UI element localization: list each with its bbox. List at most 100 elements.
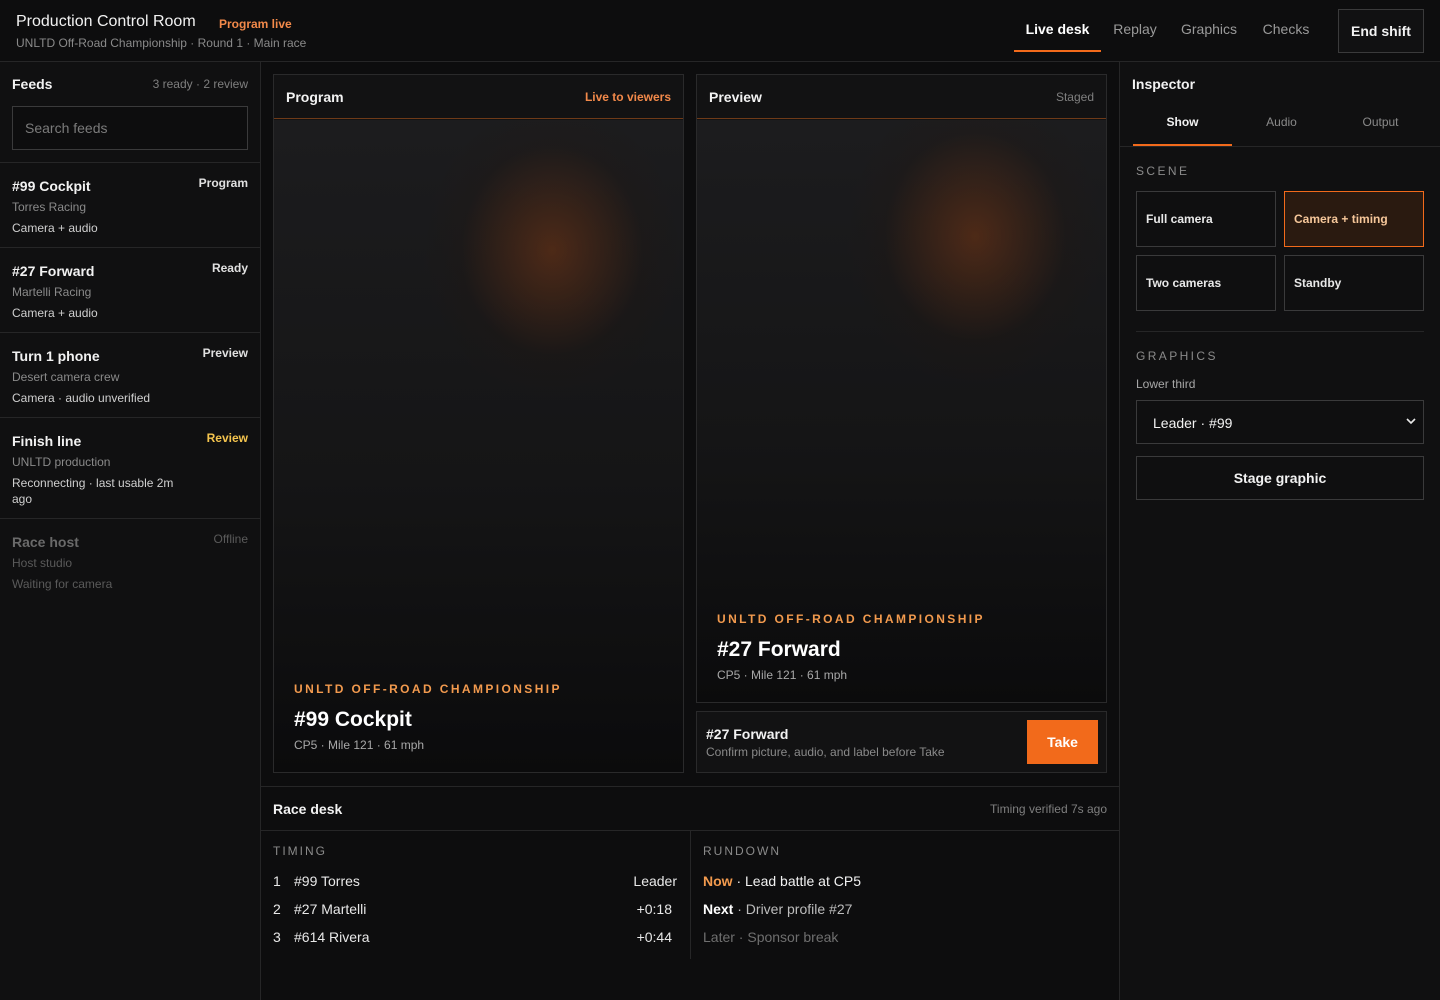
inspector-panel: Inspector Show Audio Output SCENE Full c… — [1119, 62, 1440, 1000]
timing-verified: Timing verified 7s ago — [990, 802, 1107, 816]
feeds-title: Feeds — [12, 76, 53, 92]
feed-meta: Camera + audio — [12, 221, 98, 235]
tab-replay[interactable]: Replay — [1108, 0, 1162, 52]
preview-title: Preview — [709, 89, 762, 105]
program-overlay-series: UNLTD OFF-ROAD CHAMPIONSHIP — [294, 682, 562, 696]
stage-graphic-button[interactable]: Stage graphic — [1136, 456, 1424, 500]
inspector-tab-show[interactable]: Show — [1133, 102, 1232, 146]
feed-item-turn-1-phone[interactable]: Turn 1 phone Preview Desert camera crew … — [0, 332, 260, 417]
divider — [690, 831, 691, 959]
take-bar: #27 Forward Confirm picture, audio, and … — [696, 711, 1107, 773]
preview-video: UNLTD OFF-ROAD CHAMPIONSHIP #27 Forward … — [697, 120, 1106, 702]
feed-name: Race host — [12, 534, 79, 550]
timing-gap: +0:18 — [636, 901, 672, 917]
scene-camera-timing-button[interactable]: Camera + timing — [1284, 191, 1424, 247]
rundown-label: RUNDOWN — [703, 844, 781, 858]
feed-item-99-cockpit[interactable]: #99 Cockpit Program Torres Racing Camera… — [0, 162, 260, 247]
program-overlay-name: #99 Cockpit — [294, 708, 412, 731]
feeds-sidebar: Feeds 3 ready · 2 review #99 Cockpit Pro… — [0, 62, 261, 1000]
feed-meta: Reconnecting · last usable 2m ago — [12, 476, 174, 506]
feed-name: Turn 1 phone — [12, 348, 100, 364]
divider — [1136, 331, 1424, 332]
tab-checks[interactable]: Checks — [1256, 0, 1316, 52]
feed-name: #99 Cockpit — [12, 178, 91, 194]
rundown-what: · Lead battle at CP5 — [732, 873, 861, 889]
feed-meta: Waiting for camera — [12, 577, 113, 591]
take-feed-name: #27 Forward — [706, 726, 789, 742]
preview-state: Staged — [1055, 90, 1094, 104]
scene-two-cameras-button[interactable]: Two cameras — [1136, 255, 1276, 311]
tab-graphics[interactable]: Graphics — [1173, 0, 1245, 52]
divider — [1120, 146, 1440, 147]
search-feeds-input[interactable] — [12, 106, 248, 150]
scene-label: SCENE — [1136, 164, 1190, 178]
feeds-count: 3 ready · 2 review — [152, 77, 248, 91]
preview-overlay-meta: CP5 · Mile 121 · 61 mph — [717, 668, 848, 682]
feed-org: Martelli Racing — [12, 285, 92, 299]
program-video: UNLTD OFF-ROAD CHAMPIONSHIP #99 Cockpit … — [274, 120, 683, 772]
feed-name: #27 Forward — [12, 263, 95, 279]
preview-monitor: Preview Staged UNLTD OFF-ROAD CHAMPIONSH… — [696, 74, 1107, 703]
feed-status: Review — [206, 431, 248, 445]
preview-overlay-name: #27 Forward — [717, 638, 841, 661]
rundown-when: Later — [703, 929, 735, 945]
preview-header: Preview Staged — [697, 75, 1106, 119]
scene-standby-button[interactable]: Standby — [1284, 255, 1424, 311]
feed-item-27-forward[interactable]: #27 Forward Ready Martelli Racing Camera… — [0, 247, 260, 332]
feed-status: Ready — [211, 261, 248, 275]
event-subtitle: UNLTD Off-Road Championship · Round 1 · … — [16, 36, 307, 50]
take-button[interactable]: Take — [1027, 720, 1098, 764]
rundown-when: Next — [703, 901, 734, 917]
feed-item-finish-line[interactable]: Finish line Review UNLTD production Reco… — [0, 417, 260, 518]
timing-row: 1 #99 Torres Leader — [273, 873, 677, 893]
timing-row: 3 #614 Rivera +0:44 — [273, 929, 677, 949]
timing-position: 2 — [273, 901, 281, 917]
program-monitor: Program Live to viewers UNLTD OFF-ROAD C… — [273, 74, 684, 773]
timing-driver: #99 Torres — [294, 873, 360, 889]
program-live-badge: Program live — [219, 17, 292, 31]
timing-gap: +0:44 — [636, 929, 672, 945]
timing-position: 3 — [273, 929, 281, 945]
feed-meta: Camera · audio unverified — [12, 391, 151, 405]
graphics-label: GRAPHICS — [1136, 349, 1218, 363]
tab-live-desk[interactable]: Live desk — [1014, 0, 1101, 52]
rundown-when: Now — [703, 873, 733, 889]
rundown-item: Later · Sponsor break — [703, 929, 838, 945]
feed-org: Torres Racing — [12, 200, 87, 214]
timing-driver: #614 Rivera — [294, 929, 370, 945]
lower-third-select[interactable]: Leader · #99 — [1136, 400, 1424, 444]
top-bar: Production Control Room Program live UNL… — [0, 0, 1440, 62]
preview-overlay-series: UNLTD OFF-ROAD CHAMPIONSHIP — [717, 612, 985, 626]
inspector-tab-output[interactable]: Output — [1331, 102, 1430, 146]
inspector-title: Inspector — [1132, 76, 1196, 92]
inspector-tab-audio[interactable]: Audio — [1232, 102, 1331, 146]
feed-org: Desert camera crew — [12, 370, 120, 384]
lower-third-value: Leader · #99 — [1153, 415, 1233, 431]
scene-full-camera-button[interactable]: Full camera — [1136, 191, 1276, 247]
feed-status: Preview — [202, 346, 248, 360]
lower-third-label: Lower third — [1136, 377, 1196, 391]
feed-name: Finish line — [12, 433, 82, 449]
timing-row: 2 #27 Martelli +0:18 — [273, 901, 677, 921]
end-shift-button[interactable]: End shift — [1338, 9, 1424, 53]
take-hint: Confirm picture, audio, and label before… — [706, 745, 945, 759]
feed-org: Host studio — [12, 556, 73, 570]
program-state: Live to viewers — [584, 90, 671, 104]
program-overlay-meta: CP5 · Mile 121 · 61 mph — [294, 738, 425, 752]
feed-meta: Camera + audio — [12, 306, 98, 320]
race-desk-title: Race desk — [273, 801, 343, 817]
app-title: Production Control Room — [16, 13, 196, 30]
feed-item-race-host[interactable]: Race host Offline Host studio Waiting fo… — [0, 518, 260, 603]
chevron-down-icon — [1406, 418, 1416, 425]
race-desk: Race desk Timing verified 7s ago TIMING … — [261, 786, 1119, 1000]
rundown-what: · Sponsor break — [734, 929, 839, 945]
feed-org: UNLTD production — [12, 455, 111, 469]
timing-label: TIMING — [273, 844, 327, 858]
rundown-item: Next · Driver profile #27 — [703, 901, 852, 917]
feed-status: Program — [198, 176, 248, 190]
program-title: Program — [286, 89, 344, 105]
timing-gap: Leader — [633, 873, 677, 889]
rundown-what: · Driver profile #27 — [733, 901, 853, 917]
timing-driver: #27 Martelli — [294, 901, 367, 917]
timing-position: 1 — [273, 873, 281, 889]
